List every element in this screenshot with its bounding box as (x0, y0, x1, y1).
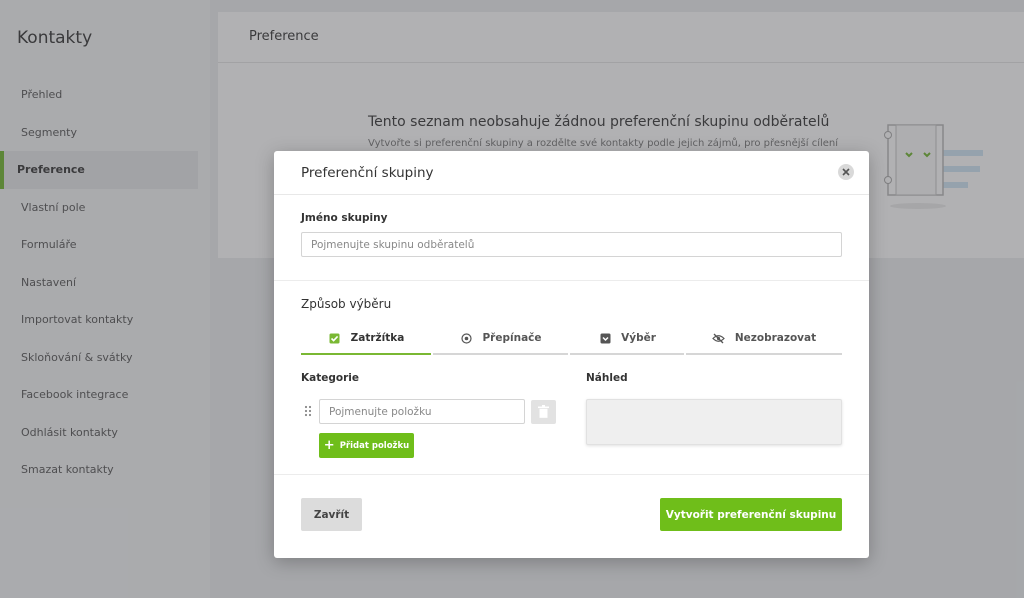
close-button[interactable]: Zavřít (301, 498, 362, 531)
add-item-button[interactable]: + Přidat položku (319, 433, 414, 458)
section-divider (274, 280, 869, 281)
tab-label: Nezobrazovat (734, 332, 817, 344)
category-item-input[interactable] (319, 399, 525, 424)
plus-icon: + (323, 438, 335, 453)
close-icon (842, 168, 850, 176)
drag-handle-icon[interactable] (304, 405, 312, 417)
tab-prepinace[interactable]: Přepínače (433, 323, 568, 355)
group-name-input[interactable] (301, 232, 842, 257)
preview-label: Náhled (586, 372, 628, 384)
footer-divider (274, 474, 869, 475)
create-preference-group-button[interactable]: Vytvořit preferenční skupinu (660, 498, 842, 531)
tab-label: Zatržítka (350, 332, 405, 344)
delete-item-button[interactable] (531, 400, 556, 424)
modal-header: Preferenční skupiny (274, 151, 869, 195)
category-label: Kategorie (301, 372, 359, 384)
selection-method-tabs: Zatržítka Přepínače Výběr Nezobrazovat (301, 323, 842, 355)
tab-label: Přepínače (482, 332, 542, 344)
preference-groups-modal: Preferenční skupiny Jméno skupiny Způsob… (274, 151, 869, 558)
dropdown-icon (598, 331, 612, 345)
trash-icon (538, 405, 549, 418)
tab-zatrzitka[interactable]: Zatržítka (301, 323, 431, 355)
radio-icon (459, 331, 473, 345)
tab-vyber[interactable]: Výběr (570, 323, 684, 355)
add-item-label: Přidat položku (339, 440, 410, 451)
group-name-label: Jméno skupiny (301, 212, 388, 224)
modal-title: Preferenční skupiny (301, 165, 434, 181)
eye-off-icon (712, 331, 726, 345)
tab-nezobrazovat[interactable]: Nezobrazovat (686, 323, 842, 355)
tab-label: Výběr (621, 332, 656, 344)
modal-close-button[interactable] (838, 164, 854, 180)
checkbox-icon (328, 331, 342, 345)
preview-box (586, 399, 842, 445)
selection-method-title: Způsob výběru (301, 297, 392, 311)
